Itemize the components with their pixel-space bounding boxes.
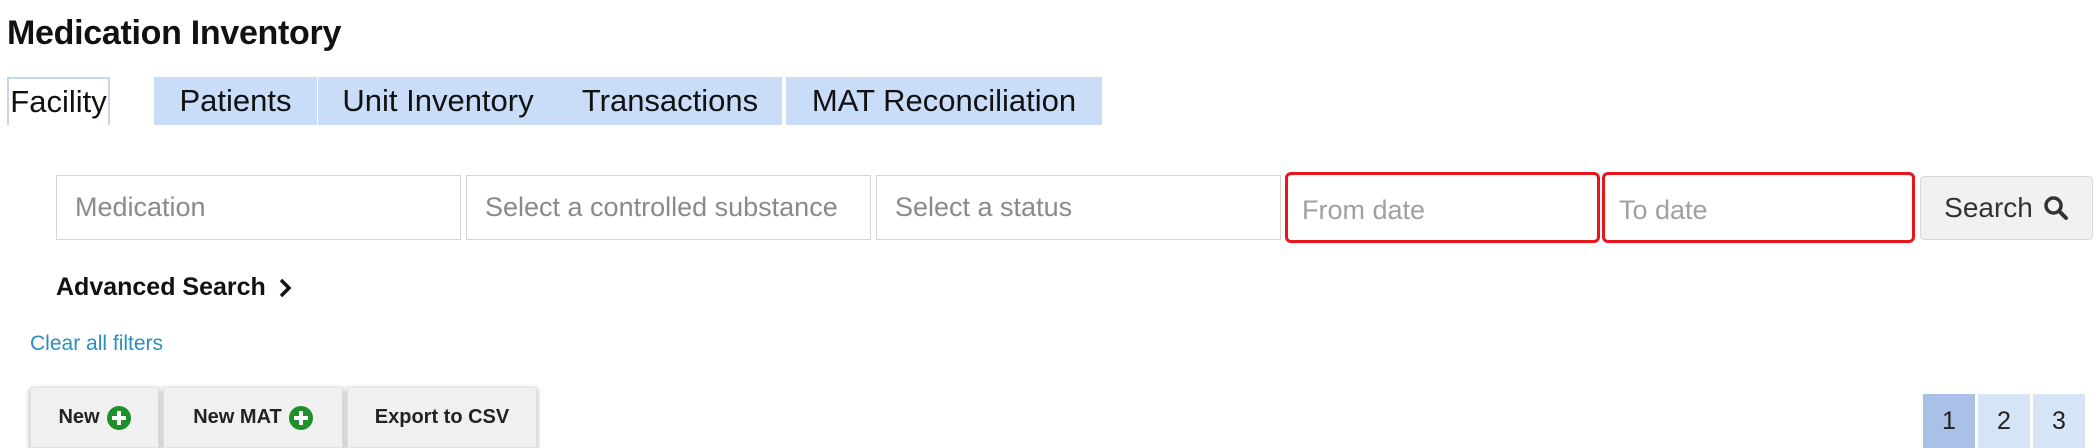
tab-patients[interactable]: Patients (154, 77, 317, 125)
medication-placeholder: Medication (75, 192, 206, 222)
medication-input[interactable]: Medication (56, 175, 461, 240)
page-title: Medication Inventory (7, 14, 342, 52)
new-button[interactable]: New (30, 387, 159, 448)
from-date-input[interactable]: From date (1285, 172, 1600, 243)
from-date-placeholder: From date (1302, 195, 1426, 225)
page-1-button[interactable]: 1 (1921, 394, 1975, 448)
new-mat-button-label: New MAT (193, 406, 282, 428)
new-button-label: New (58, 406, 100, 428)
controlled-substance-placeholder: Select a controlled substance (485, 192, 838, 222)
search-button-label: Search (1944, 192, 2033, 223)
export-csv-button-label: Export to CSV (374, 406, 510, 428)
page-2-button[interactable]: 2 (1976, 394, 2030, 448)
search-button[interactable]: Search (1920, 176, 2093, 240)
to-date-placeholder: To date (1619, 195, 1708, 225)
tab-unit-inventory[interactable]: Unit Inventory (318, 77, 558, 125)
advanced-search-toggle[interactable]: Advanced Search (56, 273, 292, 302)
export-csv-button[interactable]: Export to CSV (347, 387, 537, 448)
status-placeholder: Select a status (895, 192, 1073, 222)
to-date-input[interactable]: To date (1602, 172, 1915, 243)
page-3-button[interactable]: 3 (2031, 394, 2085, 448)
tab-facility[interactable]: Facility (7, 77, 110, 125)
tab-mat-reconciliation[interactable]: MAT Reconciliation (786, 77, 1102, 125)
status-select[interactable]: Select a status (876, 175, 1281, 240)
plus-circle-icon (106, 405, 131, 430)
clear-filters-link[interactable]: Clear all filters (30, 332, 163, 356)
controlled-substance-select[interactable]: Select a controlled substance (466, 175, 871, 240)
tab-transactions[interactable]: Transactions (558, 77, 782, 125)
new-mat-button[interactable]: New MAT (163, 387, 343, 448)
advanced-search-label: Advanced Search (56, 273, 266, 301)
chevron-right-icon (279, 278, 292, 297)
search-icon (2044, 196, 2068, 220)
plus-circle-icon (288, 405, 313, 430)
